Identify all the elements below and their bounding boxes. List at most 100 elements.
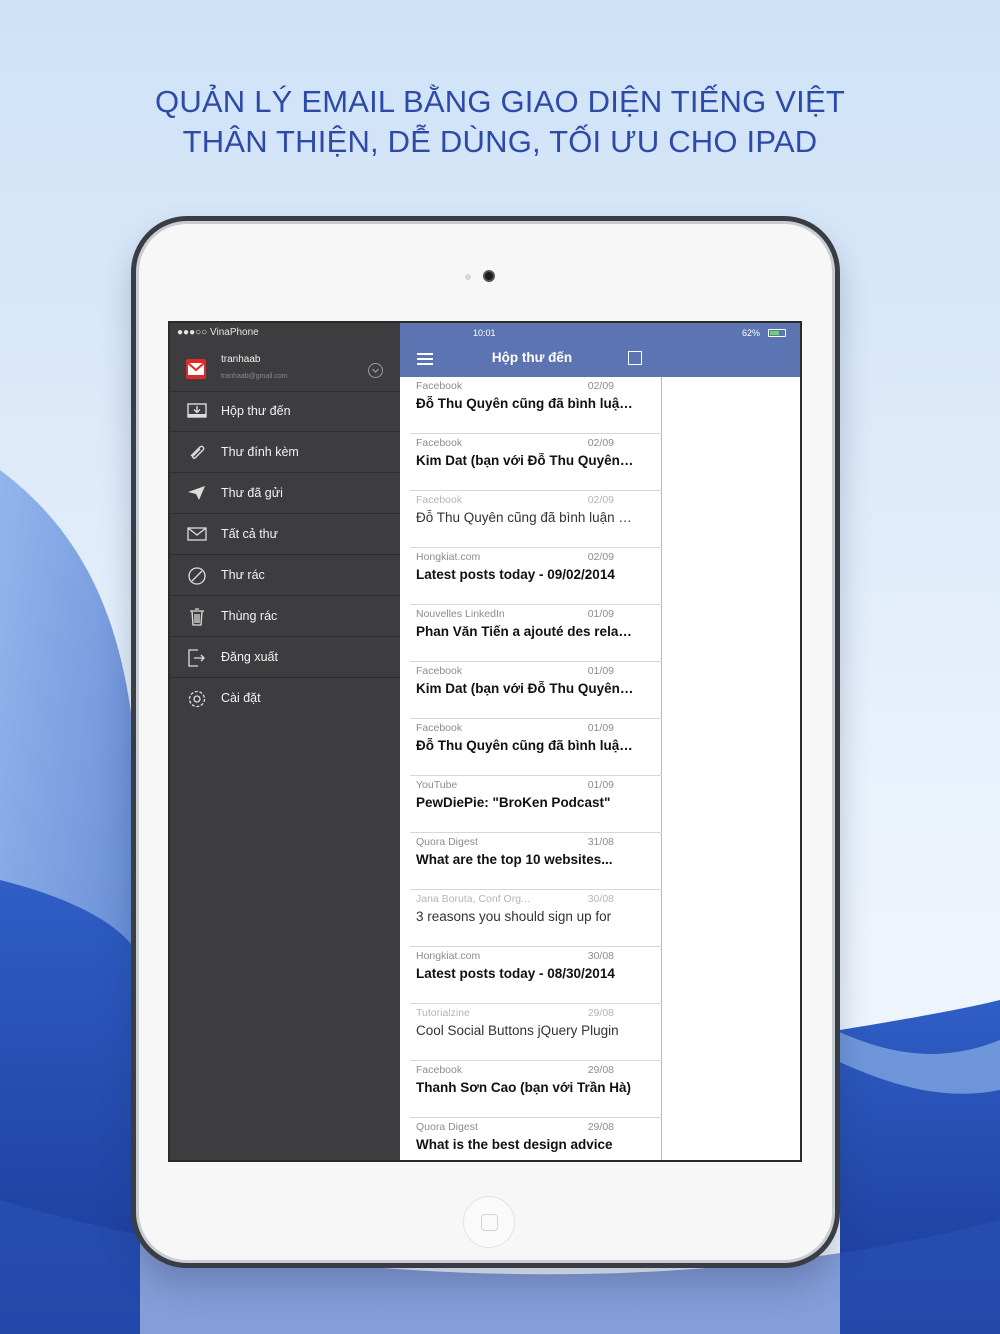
gear-icon: [187, 690, 207, 708]
message-subject: Latest posts today - 09/02/2014: [416, 567, 615, 582]
message-date: 01/09: [587, 665, 614, 677]
message-sender: YouTube: [416, 779, 458, 791]
battery-percentage: 62%: [742, 328, 761, 338]
message-subject: PewDiePie: "BroKen Podcast": [416, 795, 611, 810]
message-sender: Facebook: [416, 1064, 463, 1076]
message-row[interactable]: Nouvelles LinkedIn 01/09 Phan Văn Tiến a…: [410, 605, 662, 662]
status-time: 10:01: [473, 328, 496, 338]
sidebar-item-logout[interactable]: Đăng xuất: [170, 637, 400, 678]
send-icon: [187, 485, 207, 501]
message-sender: Facebook: [416, 722, 463, 734]
sidebar-menu: Hộp thư đến Thư đính kèm Thư đã gửi Tất …: [170, 391, 400, 719]
message-list: Facebook 02/09 Đỗ Thu Quyên cũng đã bình…: [400, 377, 662, 1160]
carrier-status: ●●●○○ VinaPhone: [177, 327, 259, 338]
chevron-down-icon[interactable]: [368, 363, 383, 378]
sidebar-item-label: Cài đặt: [221, 691, 261, 705]
message-sender: Nouvelles LinkedIn: [416, 608, 505, 620]
message-subject: Đỗ Thu Quyên cũng đã bình luận về bài vi…: [416, 396, 636, 411]
sidebar-item-label: Thùng rác: [221, 609, 278, 623]
message-date: 29/08: [587, 1007, 614, 1019]
app-screen: ●●●○○ VinaPhone tranhaab tranhaab@gmail.…: [168, 321, 802, 1162]
sidebar-item-label: Đăng xuất: [221, 650, 278, 664]
message-date: 02/09: [587, 551, 614, 563]
sidebar-item-spam[interactable]: Thư rác: [170, 555, 400, 596]
promo-headline: QUẢN LÝ EMAIL BẰNG GIAO DIỆN TIẾNG VIỆT …: [0, 82, 1000, 162]
message-sender: Facebook: [416, 665, 463, 677]
message-sender: Hongkiat.com: [416, 551, 481, 563]
message-row[interactable]: YouTube 01/09 PewDiePie: "BroKen Podcast…: [410, 776, 662, 833]
message-date: 30/08: [587, 893, 614, 905]
compose-icon[interactable]: [628, 351, 642, 365]
sidebar-item-label: Tất cả thư: [221, 527, 279, 541]
message-row[interactable]: Facebook 01/09 Kim Dat (bạn với Đỗ Thu Q…: [410, 662, 662, 719]
message-date: 29/08: [587, 1121, 614, 1133]
sidebar-item-sent[interactable]: Thư đã gửi: [170, 473, 400, 514]
message-subject: Kim Dat (bạn với Đỗ Thu Quyên) đã bình l…: [416, 681, 636, 696]
message-row[interactable]: Quora Digest 31/08 What are the top 10 w…: [410, 833, 662, 890]
message-sender: Tutorialzine: [416, 1007, 470, 1019]
sidebar-item-label: Thư rác: [221, 568, 265, 582]
message-date: 29/08: [587, 1064, 614, 1076]
sidebar-item-settings[interactable]: Cài đặt: [170, 678, 400, 719]
message-subject: Đỗ Thu Quyên cũng đã bình luận về bài vi…: [416, 510, 636, 525]
headline-line-1: QUẢN LÝ EMAIL BẰNG GIAO DIỆN TIẾNG VIỆT: [155, 84, 845, 119]
sidebar-item-label: Hộp thư đến: [221, 404, 291, 418]
trash-icon: [187, 608, 207, 626]
message-row[interactable]: Quora Digest 29/08 What is the best desi…: [410, 1118, 662, 1160]
message-subject: Kim Dat (bạn với Đỗ Thu Quyên) đã bình l…: [416, 453, 636, 468]
account-email: tranhaab@gmail.com: [221, 373, 288, 380]
message-subject: Đỗ Thu Quyên cũng đã bình luận về bài vi…: [416, 738, 636, 753]
message-subject: 3 reasons you should sign up for: [416, 909, 612, 924]
message-row[interactable]: Hongkiat.com 30/08 Latest posts today - …: [410, 947, 662, 1004]
sidebar-item-trash[interactable]: Thùng rác: [170, 596, 400, 637]
message-sender: Quora Digest: [416, 1121, 478, 1133]
message-sender: Facebook: [416, 380, 463, 392]
paperclip-icon: [187, 444, 207, 460]
sidebar: ●●●○○ VinaPhone tranhaab tranhaab@gmail.…: [170, 323, 400, 1160]
message-row[interactable]: Facebook 01/09 Đỗ Thu Quyên cũng đã bình…: [410, 719, 662, 776]
message-date: 02/09: [587, 437, 614, 449]
sidebar-item-all-mail[interactable]: Tất cả thư: [170, 514, 400, 555]
home-button[interactable]: [463, 1196, 515, 1248]
inbox-icon: [187, 403, 207, 419]
top-navigation-bar: 10:01 62% Hộp thư đến: [400, 323, 800, 377]
message-row[interactable]: Facebook 02/09 Đỗ Thu Quyên cũng đã bình…: [410, 377, 662, 434]
ambient-sensor: [465, 274, 471, 280]
message-sender: Facebook: [416, 494, 463, 506]
front-camera: [483, 270, 495, 282]
message-subject: What are the top 10 websites...: [416, 852, 613, 867]
logout-icon: [187, 649, 207, 667]
battery-icon: [768, 329, 786, 337]
message-row[interactable]: Facebook 02/09 Kim Dat (bạn với Đỗ Thu Q…: [410, 434, 662, 491]
message-subject: Thanh Sơn Cao (bạn với Trần Hà): [416, 1080, 631, 1095]
sidebar-item-attachments[interactable]: Thư đính kèm: [170, 432, 400, 473]
message-subject: Cool Social Buttons jQuery Plugin: [416, 1023, 619, 1038]
message-row[interactable]: Facebook 29/08 Thanh Sơn Cao (bạn với Tr…: [410, 1061, 662, 1118]
sidebar-item-label: Thư đính kèm: [221, 445, 299, 459]
sidebar-item-label: Thư đã gửi: [221, 486, 283, 500]
message-row[interactable]: Tutorialzine 29/08 Cool Social Buttons j…: [410, 1004, 662, 1061]
message-date: 02/09: [587, 494, 614, 506]
message-date: 01/09: [587, 779, 614, 791]
mail-icon: [187, 526, 207, 542]
page-title: Hộp thư đến: [491, 350, 573, 365]
account-switcher[interactable]: tranhaab tranhaab@gmail.com: [170, 345, 400, 392]
message-subject: What is the best design advice: [416, 1137, 613, 1152]
account-name: tranhaab: [221, 354, 261, 365]
message-row[interactable]: Hongkiat.com 02/09 Latest posts today - …: [410, 548, 662, 605]
menu-icon[interactable]: [417, 353, 433, 368]
gmail-icon: [186, 359, 206, 379]
message-subject: Latest posts today - 08/30/2014: [416, 966, 615, 981]
message-sender: Jana Boruta, Conf Org...: [416, 893, 530, 905]
message-subject: Phan Văn Tiến a ajouté des relations: [416, 624, 636, 639]
message-date: 01/09: [587, 608, 614, 620]
message-row[interactable]: Jana Boruta, Conf Org... 30/08 3 reasons…: [410, 890, 662, 947]
message-list-pane: 10:01 62% Hộp thư đến Facebook 02/09 Đỗ …: [400, 323, 800, 1160]
message-date: 02/09: [587, 380, 614, 392]
message-date: 30/08: [587, 950, 614, 962]
sidebar-item-inbox[interactable]: Hộp thư đến: [170, 391, 400, 432]
message-detail-pane: [663, 377, 800, 1160]
message-row[interactable]: Facebook 02/09 Đỗ Thu Quyên cũng đã bình…: [410, 491, 662, 548]
message-sender: Hongkiat.com: [416, 950, 481, 962]
message-date: 31/08: [587, 836, 614, 848]
